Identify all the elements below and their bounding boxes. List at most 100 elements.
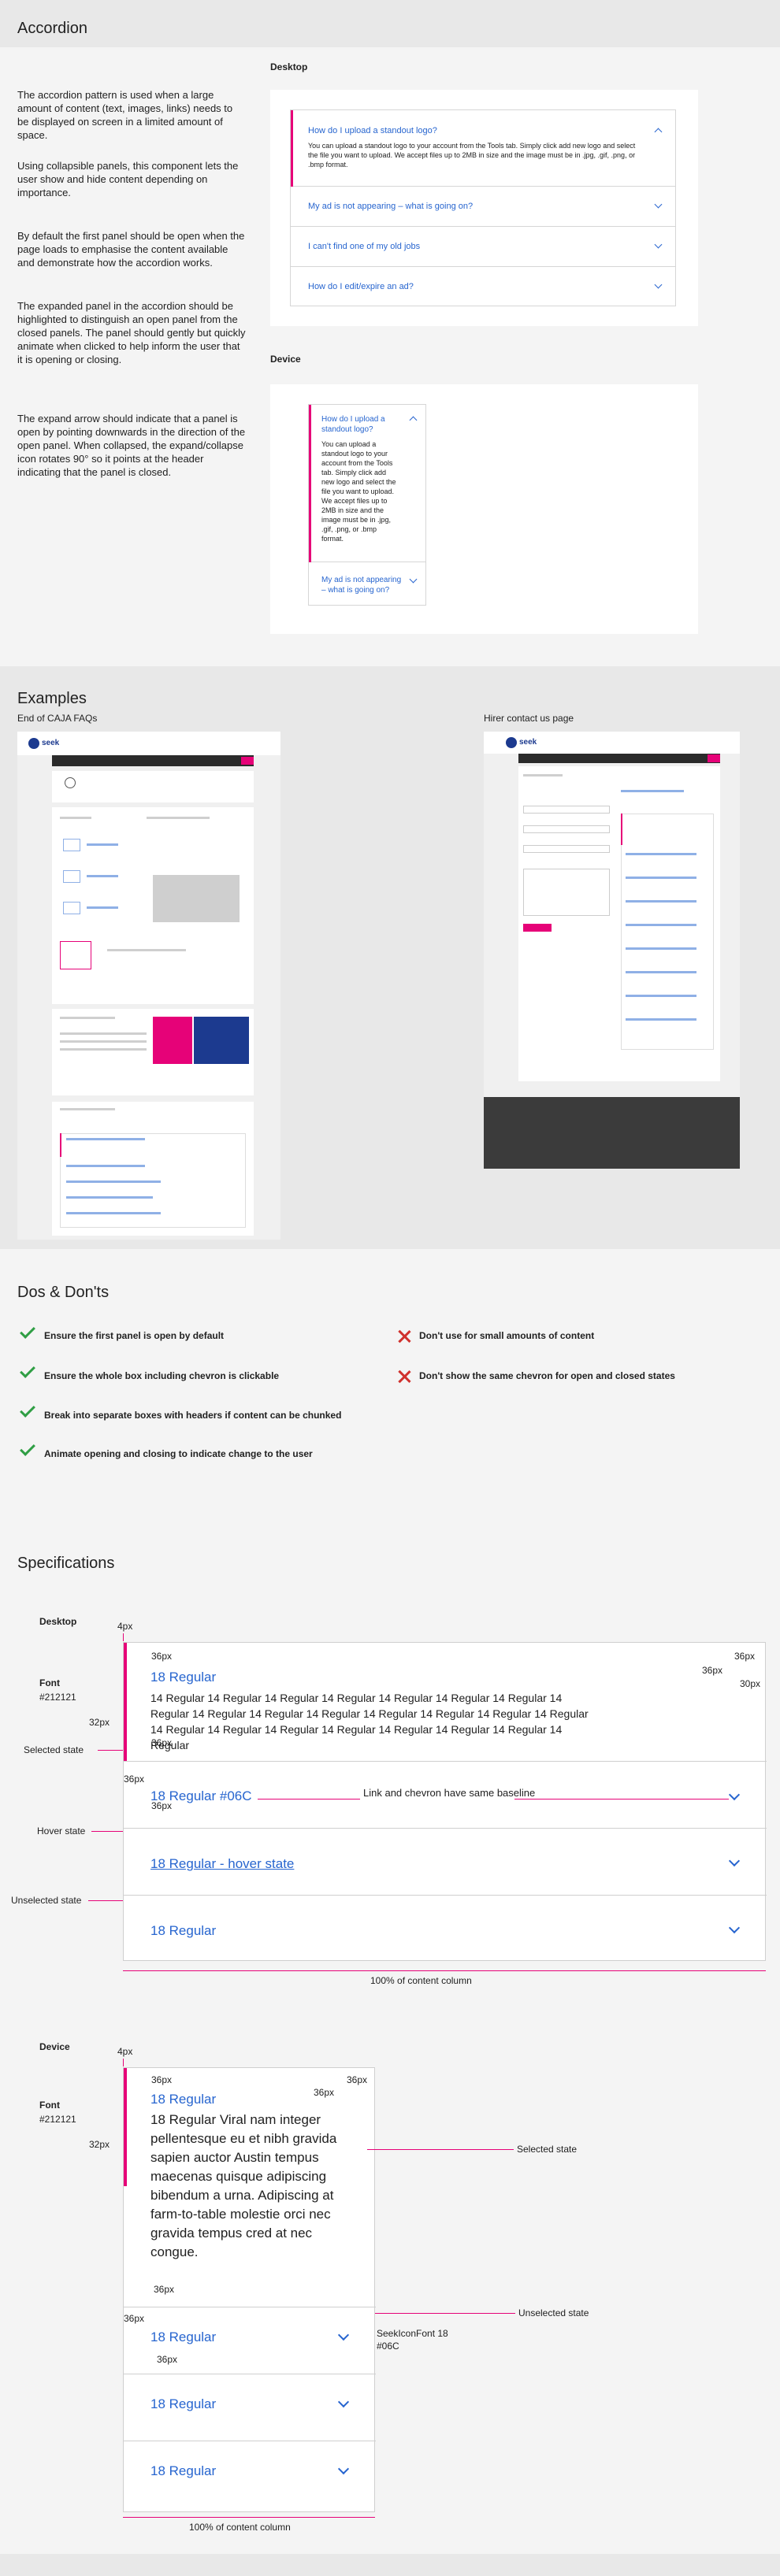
full-width-guide [123, 1970, 766, 1971]
spec-desktop-label: Desktop [39, 1616, 77, 1627]
chevron-down-icon[interactable] [728, 1922, 741, 1934]
m-4px-device: 4px [117, 2046, 133, 2057]
desktop-acc-item-4-label: How do I edit/expire an ad? [308, 282, 414, 291]
examples-title: Examples [17, 690, 87, 707]
desktop-label: Desktop [270, 61, 308, 72]
chevron-down-icon[interactable] [337, 2396, 350, 2408]
cross-icon [397, 1370, 411, 1384]
device-acc-answer: You can upload a standout logo to your a… [321, 440, 396, 543]
m-36px-right2: 36px [702, 1665, 723, 1676]
seek-contact-panel [518, 766, 720, 1081]
spec-d-row3[interactable]: 18 Regular - hover state [150, 1856, 294, 1872]
selected-accent-bar [124, 1643, 127, 1761]
specs-title: Specifications [17, 1555, 115, 1572]
spec-m-row2[interactable]: 18 Regular [150, 2330, 216, 2345]
device-acc-item-1-label: How do I upload a standout logo? [321, 415, 385, 434]
chevron-up-icon [654, 128, 663, 136]
full-width-label-desktop: 100% of content column [370, 1975, 472, 1986]
check-icon [20, 1402, 35, 1418]
seek-nav-cta [241, 757, 254, 765]
device-acc-item-2[interactable]: My ad is not appearing – what is going o… [309, 562, 425, 606]
dont-item-2: Don't show the same chevron for open and… [419, 1370, 675, 1381]
device-accordion: How do I upload a standout logo? You can… [308, 404, 426, 606]
m-36px-mid: 36px [151, 1737, 173, 1748]
chevron-down-icon [409, 575, 418, 584]
check-circle-icon [65, 777, 76, 788]
desktop-acc-item-4[interactable]: How do I edit/expire an ad? [291, 267, 675, 307]
m-30px: 30px [740, 1678, 761, 1689]
device-acc-item-1[interactable]: How do I upload a standout logo? You can… [309, 405, 425, 562]
do-item-2: Ensure the whole box including chevron i… [44, 1370, 280, 1381]
chevron-down-icon[interactable] [728, 1855, 741, 1867]
unselected-state-guide [88, 1900, 123, 1901]
dont-item-1: Don't use for small amounts of content [419, 1330, 595, 1341]
do-item-1: Ensure the first panel is open by defaul… [44, 1330, 225, 1341]
device-card: How do I upload a standout logo? You can… [270, 384, 698, 634]
accordion-desc-4: The expanded panel in the accordion shou… [17, 300, 246, 365]
seek-logo-text: seek [42, 739, 60, 747]
seek-logo-icon [28, 738, 39, 749]
guide-4px [123, 1633, 124, 1641]
seek-footer [484, 1097, 740, 1169]
m-36px-row2b: 36px [151, 1800, 173, 1811]
accordion-desc-2: Using collapsible panels, this component… [17, 160, 239, 198]
spec-m-body: 18 Regular Viral nam integer pellentesqu… [150, 2112, 337, 2259]
m-36px-right: 36px [734, 1651, 756, 1662]
selected-state-label: Selected state [24, 1744, 84, 1755]
m-32px: 32px [89, 1717, 110, 1728]
seek-logo-icon [506, 737, 517, 748]
desktop-acc-answer: You can upload a standout logo to your a… [308, 142, 636, 169]
desktop-acc-item-1[interactable]: How do I upload a standout logo? You can… [291, 110, 675, 187]
spec-d-row4[interactable]: 18 Regular [150, 1923, 216, 1939]
guide-4px-device [123, 2059, 124, 2066]
selected-accent-bar [124, 2068, 127, 2186]
full-width-guide-device [123, 2517, 375, 2518]
m-36px-dev-mid: 36px [154, 2284, 175, 2295]
spec-font-label-device: Font [39, 2100, 60, 2111]
icon-note-2: #06C [377, 2341, 399, 2352]
m-36px-dev-right: 36px [347, 2074, 368, 2085]
spec-m-row3[interactable]: 18 Regular [150, 2396, 216, 2412]
seek-nav-bar [52, 755, 254, 766]
desktop-card: How do I upload a standout logo? You can… [270, 90, 698, 326]
selected-state-guide [98, 1750, 123, 1751]
example-right-caption: Hirer contact us page [484, 713, 574, 724]
m-32px-dev: 32px [89, 2139, 110, 2150]
seek-nav-bar [518, 754, 720, 763]
do-item-4: Animate opening and closing to indicate … [44, 1448, 313, 1459]
m-36px-dev-right2: 36px [314, 2087, 335, 2098]
selected-accent-bar [291, 110, 293, 187]
chevron-down-icon[interactable] [337, 2329, 350, 2341]
chevron-down-icon[interactable] [728, 1788, 741, 1801]
spec-device-label: Device [39, 2041, 70, 2052]
device-unselected-state-label: Unselected state [518, 2307, 589, 2318]
accordion-desc-1: The accordion pattern is used when a lar… [17, 89, 233, 141]
chevron-down-icon[interactable] [337, 2463, 350, 2475]
m-36px-dev-row2: 36px [124, 2313, 145, 2324]
chevron-down-icon [654, 200, 663, 209]
seek-banner [52, 771, 254, 802]
chevron-down-icon [654, 280, 663, 289]
spec-m-row4[interactable]: 18 Regular [150, 2463, 216, 2479]
example-left-caption: End of CAJA FAQs [17, 713, 98, 724]
desktop-acc-item-1-label: How do I upload a standout logo? [308, 126, 437, 135]
desktop-acc-item-3[interactable]: I can't find one of my old jobs [291, 227, 675, 267]
device-label: Device [270, 354, 301, 365]
desktop-acc-item-2[interactable]: My ad is not appearing – what is going o… [291, 187, 675, 227]
seek-nav-cta [708, 754, 720, 762]
desktop-acc-item-2-label: My ad is not appearing – what is going o… [308, 202, 474, 211]
m-4px-desktop: 4px [117, 1621, 133, 1632]
full-width-label-device: 100% of content column [189, 2522, 291, 2533]
desktop-accordion: How do I upload a standout logo? You can… [290, 109, 676, 306]
desktop-acc-item-3-label: I can't find one of my old jobs [308, 242, 421, 251]
seek-faq-accordion [52, 1102, 254, 1236]
spec-font-color: #212121 [39, 1692, 76, 1703]
accordion-title: Accordion [17, 20, 87, 37]
seek-next-steps [52, 807, 254, 1004]
spec-d-title: 18 Regular [150, 1670, 217, 1685]
check-icon [20, 1362, 35, 1378]
baseline-note: Link and chevron have same baseline [363, 1787, 536, 1799]
m-36px-row2: 36px [124, 1774, 145, 1785]
seek-logo-text: seek [519, 738, 537, 747]
icon-note-1: SeekIconFont 18 [377, 2328, 448, 2339]
